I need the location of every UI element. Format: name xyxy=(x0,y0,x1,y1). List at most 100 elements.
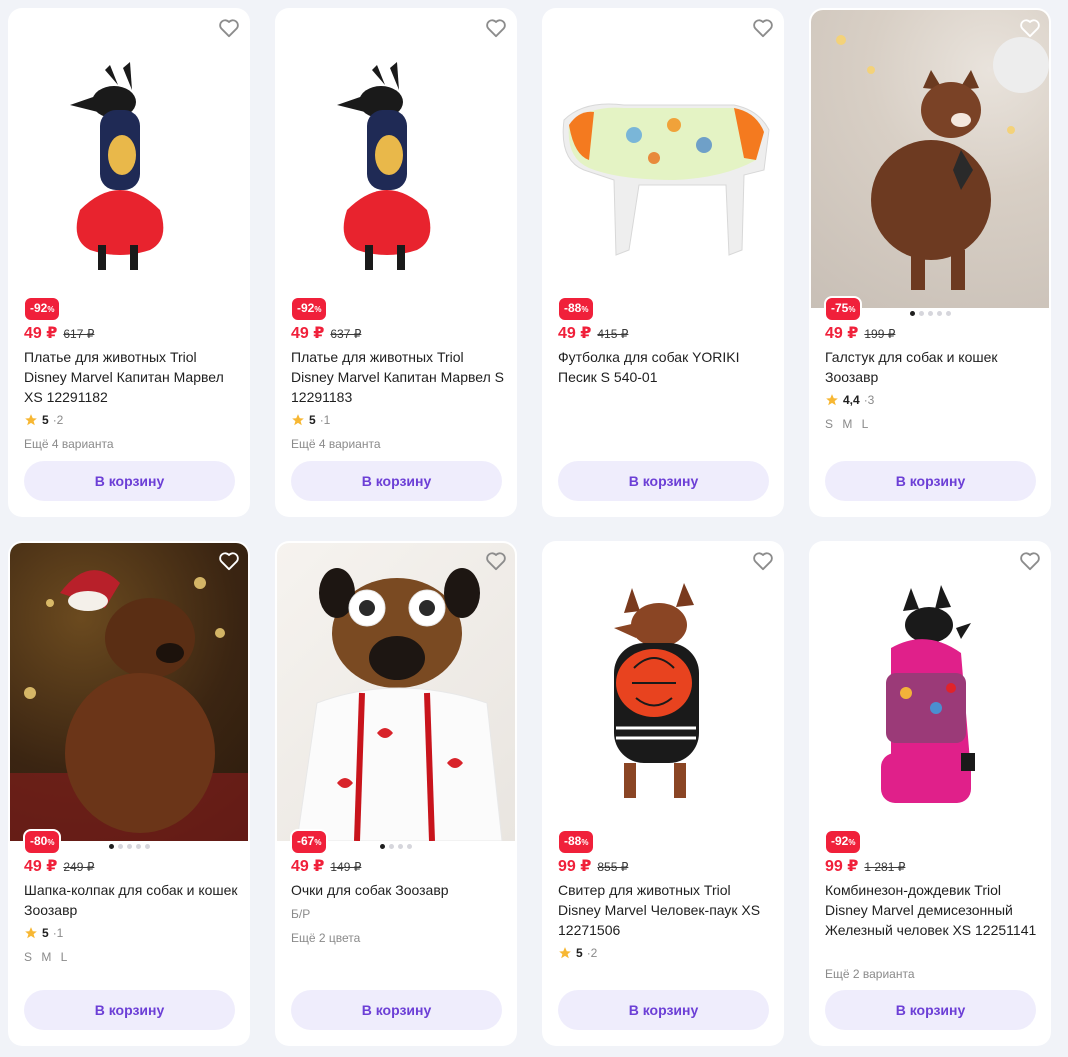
carousel-dot[interactable] xyxy=(389,844,394,849)
product-image[interactable] xyxy=(10,543,248,841)
carousel-dot[interactable] xyxy=(918,311,924,316)
add-to-cart-button[interactable]: В корзину xyxy=(825,461,1036,501)
product-card[interactable]: -75% 49 ₽ 199 ₽ Галстук для собак и коше… xyxy=(809,8,1051,517)
product-image[interactable] xyxy=(811,543,1049,841)
old-price: 617 ₽ xyxy=(63,327,95,341)
add-to-cart-button[interactable]: В корзину xyxy=(558,990,769,1030)
price-row: 49 ₽ 637 ₽ xyxy=(291,323,361,343)
product-image[interactable] xyxy=(544,543,782,841)
product-image[interactable] xyxy=(10,10,248,308)
discount-badge: -92% xyxy=(290,296,329,322)
price-row: 49 ₽ 199 ₽ xyxy=(825,323,895,343)
carousel-dot[interactable] xyxy=(936,311,942,316)
old-price: 199 ₽ xyxy=(864,327,896,341)
rating: 4,4·3 xyxy=(825,393,874,407)
discount-badge: -88% xyxy=(557,296,596,322)
discount-badge: -92% xyxy=(23,296,62,322)
current-price: 49 ₽ xyxy=(558,325,592,342)
variants-link[interactable]: Ещё 4 варианта xyxy=(24,437,114,451)
rating: 5·1 xyxy=(291,413,330,427)
carousel-dot[interactable] xyxy=(927,311,933,316)
product-title[interactable]: Платье для животных Triol Disney Marvel … xyxy=(24,347,239,407)
product-title[interactable]: Галстук для собак и кошек Зоозавр xyxy=(825,347,1040,387)
product-title[interactable]: Шапка-колпак для собак и кошек Зоозавр xyxy=(24,880,239,920)
old-price: 1 281 ₽ xyxy=(864,860,906,874)
discount-badge: -75% xyxy=(824,296,863,322)
add-to-cart-button[interactable]: В корзину xyxy=(24,461,235,501)
product-title[interactable]: Футболка для собак YORIKI Песик S 540-01 xyxy=(558,347,773,387)
carousel-dot[interactable] xyxy=(380,844,385,849)
current-price: 49 ₽ xyxy=(825,325,859,342)
favorite-heart-icon[interactable] xyxy=(1018,17,1042,39)
carousel-dot[interactable] xyxy=(108,844,114,849)
carousel-dot[interactable] xyxy=(945,311,951,316)
star-icon xyxy=(292,414,304,426)
sizes-list: S M L xyxy=(825,417,872,431)
product-card[interactable]: -88% 49 ₽ 415 ₽ Футболка для собак YORIK… xyxy=(542,8,784,517)
product-card[interactable]: -92% 99 ₽ 1 281 ₽ Комбинезон-дождевик Tr… xyxy=(809,541,1051,1046)
add-to-cart-button[interactable]: В корзину xyxy=(558,461,769,501)
price-row: 99 ₽ 1 281 ₽ xyxy=(825,856,905,876)
current-price: 49 ₽ xyxy=(291,858,325,875)
favorite-heart-icon[interactable] xyxy=(751,17,775,39)
favorite-heart-icon[interactable] xyxy=(484,17,508,39)
price-row: 49 ₽ 149 ₽ xyxy=(291,856,361,876)
product-image[interactable] xyxy=(811,10,1049,308)
carousel-dot[interactable] xyxy=(126,844,132,849)
product-image[interactable] xyxy=(277,543,515,841)
add-to-cart-button[interactable]: В корзину xyxy=(291,461,502,501)
product-card[interactable]: -92% 49 ₽ 637 ₽ Платье для животных Trio… xyxy=(275,8,517,517)
favorite-heart-icon[interactable] xyxy=(217,550,241,572)
carousel-dot[interactable] xyxy=(144,844,150,849)
product-title[interactable]: Комбинезон-дождевик Triol Disney Marvel … xyxy=(825,880,1040,940)
add-to-cart-button[interactable]: В корзину xyxy=(291,990,502,1030)
rating: 5·2 xyxy=(558,946,597,960)
favorite-heart-icon[interactable] xyxy=(484,550,508,572)
carousel-dot[interactable] xyxy=(407,844,412,849)
product-image[interactable] xyxy=(544,10,782,308)
price-row: 99 ₽ 855 ₽ xyxy=(558,856,628,876)
price-row: 49 ₽ 249 ₽ xyxy=(24,856,94,876)
old-price: 855 ₽ xyxy=(597,860,629,874)
star-icon xyxy=(25,414,37,426)
favorite-heart-icon[interactable] xyxy=(751,550,775,572)
product-title[interactable]: Очки для собак Зоозавр xyxy=(291,880,506,900)
current-price: 99 ₽ xyxy=(825,858,859,875)
carousel-dot[interactable] xyxy=(398,844,403,849)
rating: 5·2 xyxy=(24,413,63,427)
old-price: 149 ₽ xyxy=(330,860,362,874)
add-to-cart-button[interactable]: В корзину xyxy=(24,990,235,1030)
old-price: 637 ₽ xyxy=(330,327,362,341)
star-icon xyxy=(559,947,571,959)
product-card[interactable]: -88% 99 ₽ 855 ₽ Свитер для животных Trio… xyxy=(542,541,784,1046)
product-title[interactable]: Свитер для животных Triol Disney Marvel … xyxy=(558,880,773,940)
current-price: 99 ₽ xyxy=(558,858,592,875)
size-label: Б/Р xyxy=(291,907,311,921)
current-price: 49 ₽ xyxy=(291,325,325,342)
discount-badge: -88% xyxy=(557,829,596,855)
product-card[interactable]: -80% 49 ₽ 249 ₽ Шапка-колпак для собак и… xyxy=(8,541,250,1046)
old-price: 415 ₽ xyxy=(597,327,629,341)
discount-badge: -67% xyxy=(290,829,329,855)
variants-link[interactable]: Ещё 4 варианта xyxy=(291,437,381,451)
rating: 5·1 xyxy=(24,926,63,940)
favorite-heart-icon[interactable] xyxy=(1018,550,1042,572)
colors-link[interactable]: Ещё 2 цвета xyxy=(291,931,360,945)
add-to-cart-button[interactable]: В корзину xyxy=(825,990,1036,1030)
product-card[interactable]: -67% 49 ₽ 149 ₽ Очки для собак Зоозавр Б… xyxy=(275,541,517,1046)
product-image[interactable] xyxy=(277,10,515,308)
price-row: 49 ₽ 617 ₽ xyxy=(24,323,94,343)
price-row: 49 ₽ 415 ₽ xyxy=(558,323,628,343)
carousel-dot[interactable] xyxy=(909,311,915,316)
current-price: 49 ₽ xyxy=(24,858,58,875)
carousel-dot[interactable] xyxy=(117,844,123,849)
sizes-list: S M L xyxy=(24,950,71,964)
favorite-heart-icon[interactable] xyxy=(217,17,241,39)
star-icon xyxy=(826,394,838,406)
carousel-dot[interactable] xyxy=(135,844,141,849)
discount-badge: -80% xyxy=(23,829,62,855)
variants-link[interactable]: Ещё 2 варианта xyxy=(825,967,915,981)
star-icon xyxy=(25,927,37,939)
product-title[interactable]: Платье для животных Triol Disney Marvel … xyxy=(291,347,506,407)
product-card[interactable]: -92% 49 ₽ 617 ₽ Платье для животных Trio… xyxy=(8,8,250,517)
